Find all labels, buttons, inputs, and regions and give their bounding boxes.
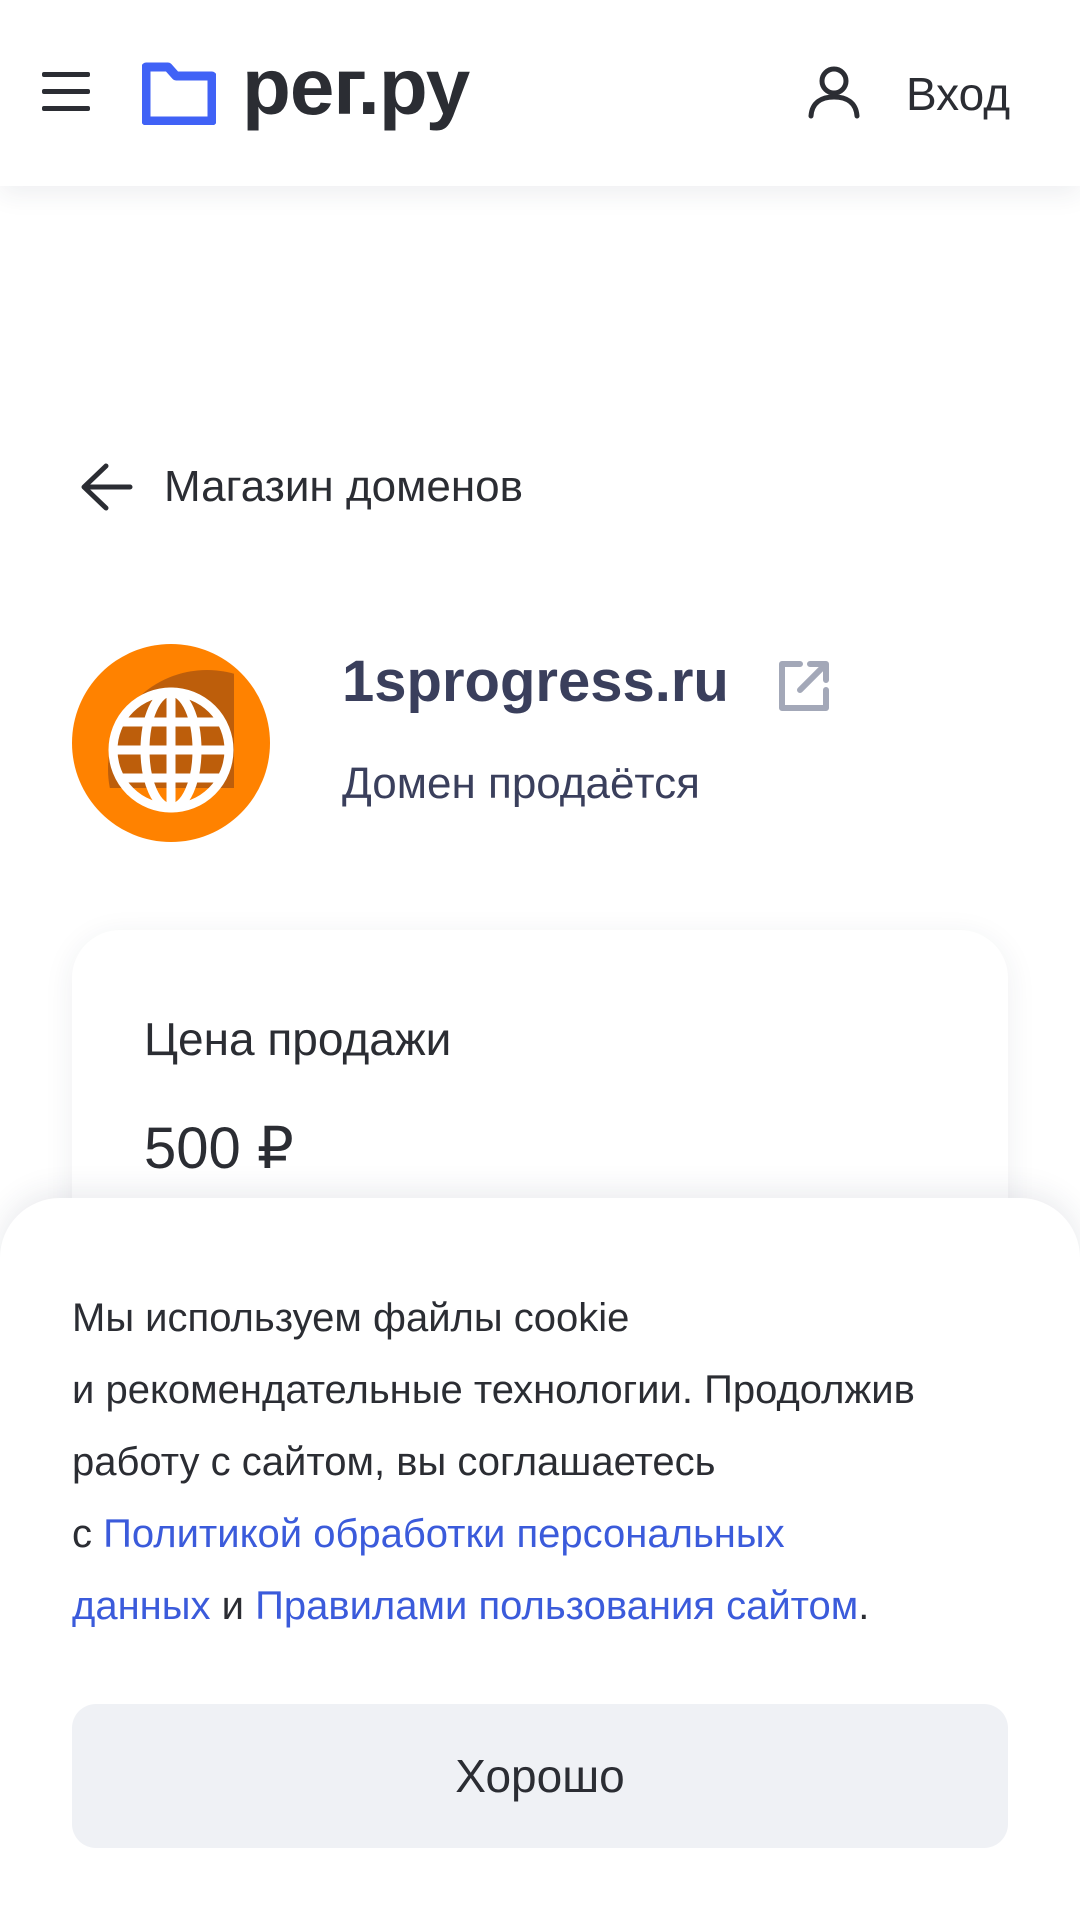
logo-text: рег.ру <box>242 42 470 131</box>
arrow-left-icon <box>81 463 133 511</box>
login-link[interactable]: Вход <box>906 64 1010 124</box>
cookie-suffix: . <box>858 1584 870 1628</box>
hamburger-icon-line <box>42 106 90 111</box>
back-link-label: Магазин доменов <box>164 462 523 511</box>
hamburger-icon-line <box>42 89 90 94</box>
menu-button[interactable] <box>40 68 92 116</box>
domain-status: Домен продаётся <box>342 759 700 808</box>
accept-cookies-button[interactable]: Хорошо <box>72 1704 1008 1848</box>
external-link-icon[interactable] <box>774 656 834 716</box>
folder-logo-icon <box>142 62 216 125</box>
globe-icon <box>72 644 270 842</box>
cookie-text-line: и рекомендательные технологии. Продолжив <box>72 1368 915 1412</box>
price-label: Цена продажи <box>144 1013 452 1065</box>
cookie-text-line: с Политикой обработки персональных <box>72 1498 1022 1570</box>
privacy-policy-link-continued[interactable]: данных <box>72 1584 211 1628</box>
cookie-text: Мы используем файлы cookie и рекомендате… <box>72 1282 1022 1642</box>
cookie-banner: Мы используем файлы cookie и рекомендате… <box>0 1198 1080 1920</box>
cookie-text-line: Мы используем файлы cookie <box>72 1296 630 1340</box>
top-header: рег.ру Вход <box>0 0 1080 186</box>
cookie-prefix: с <box>72 1512 104 1556</box>
cookie-conjunction: и <box>210 1584 256 1628</box>
hamburger-icon <box>42 72 90 77</box>
back-link[interactable]: Магазин доменов <box>78 458 523 516</box>
cookie-text-line: данных и Правилами пользования сайтом. <box>72 1570 1022 1642</box>
domain-name: 1sprogress.ru <box>342 649 729 714</box>
price-value: 500 ₽ <box>144 1116 294 1181</box>
site-rules-link[interactable]: Правилами пользования сайтом <box>255 1584 858 1628</box>
cookie-text-line: работу с сайтом, вы соглашаетесь <box>72 1440 716 1484</box>
privacy-policy-link[interactable]: Политикой обработки персональных <box>103 1512 785 1556</box>
user-icon[interactable] <box>806 64 862 120</box>
logo[interactable]: рег.ру <box>142 44 470 136</box>
